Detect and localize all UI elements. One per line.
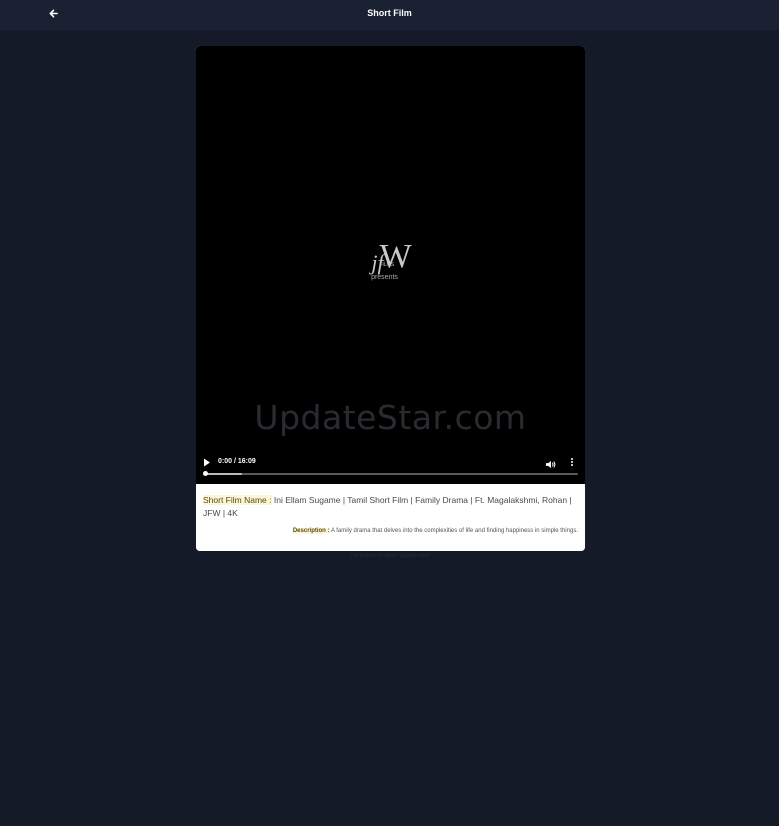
volume-button[interactable]: [545, 457, 557, 469]
footer-note: For feature: Ini Ellam Sugame short: [351, 553, 430, 559]
volume-icon: [545, 460, 556, 469]
top-bar: Short Film: [0, 0, 779, 30]
watermark: UpdateStar.com: [254, 398, 527, 437]
play-icon: [204, 458, 210, 467]
video-player[interactable]: jfW FILMS presents UpdateStar.com 0:00 /…: [196, 46, 585, 484]
description-label: Description :: [292, 528, 330, 534]
seek-buffered: [205, 472, 243, 475]
page-title: Short Film: [367, 8, 412, 18]
film-card: jfW FILMS presents UpdateStar.com 0:00 /…: [196, 46, 585, 551]
description-value: A family drama that delves into the comp…: [329, 528, 578, 534]
film-name: Short Film Name : Ini Ellam Sugame | Tam…: [203, 494, 579, 520]
more-options-button[interactable]: [568, 457, 576, 469]
seek-bar[interactable]: [203, 471, 578, 476]
play-button[interactable]: [203, 458, 213, 468]
player-controls: 0:00 / 16:09: [196, 451, 585, 484]
film-info: Short Film Name : Ini Ellam Sugame | Tam…: [196, 484, 585, 551]
more-vertical-icon: [568, 458, 576, 466]
jfw-logo: jfW FILMS presents: [196, 238, 585, 281]
film-name-label: Short Film Name :: [203, 495, 272, 505]
time-display: 0:00 / 16:09: [218, 458, 256, 465]
seek-thumb[interactable]: [203, 471, 208, 476]
film-description: Description : A family drama that delves…: [292, 528, 578, 534]
